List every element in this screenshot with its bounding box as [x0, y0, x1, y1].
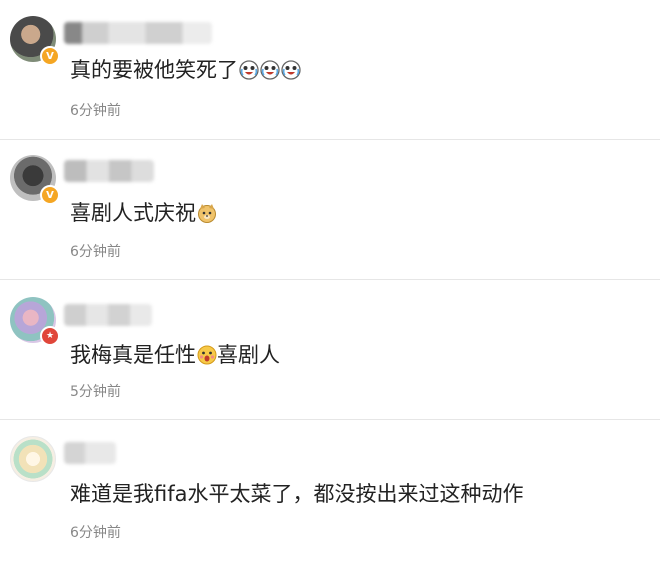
comment-text: 真的要被他笑死了 [70, 57, 301, 83]
comment-time: 6分钟前 [70, 103, 121, 119]
comment-time: 6分钟前 [70, 525, 121, 541]
username-blurred[interactable] [64, 22, 212, 44]
laughing-cry-face-icon [239, 60, 259, 80]
username-blurred[interactable] [64, 304, 152, 326]
username-blurred[interactable] [64, 442, 116, 464]
star-badge-icon: ★ [40, 326, 60, 346]
comment-item: V 真的要被他笑死了 6分钟前 [0, 0, 660, 140]
username-blurred[interactable] [64, 160, 154, 182]
comment-time: 6分钟前 [70, 244, 121, 260]
verified-badge-icon: V [40, 185, 60, 205]
doge-icon [198, 204, 216, 223]
comment-item: V 喜剧人式庆祝 6分钟前 [0, 140, 660, 280]
comment-text: 难道是我fifa水平太菜了，都没按出来过这种动作 [70, 482, 524, 506]
comment-text: 喜剧人式庆祝 [70, 200, 217, 226]
comment-time: 5分钟前 [70, 384, 121, 400]
comment-text: 我梅真是任性 喜剧人 [70, 343, 280, 367]
laughing-cry-face-icon [281, 60, 301, 80]
laughing-cry-face-icon [260, 60, 280, 80]
comment-item: 难道是我fifa水平太菜了，都没按出来过这种动作 6分钟前 [0, 420, 660, 560]
comment-item: ★ 我梅真是任性 喜剧人 5分钟前 [0, 280, 660, 420]
verified-badge-icon: V [40, 46, 60, 66]
avatar[interactable] [10, 436, 56, 482]
shocked-face-icon [197, 345, 217, 365]
